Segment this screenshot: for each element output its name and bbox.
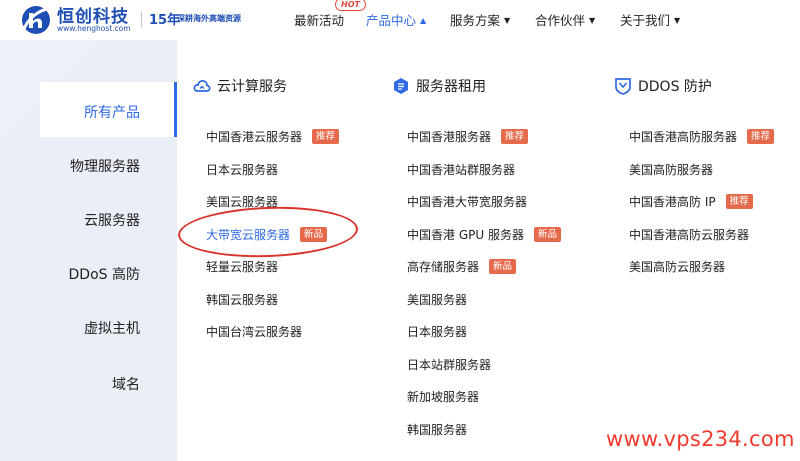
menu-item-label: 美国服务器 [407,292,468,307]
sidebar-item-ddos[interactable]: DDoS 高防 [69,264,140,284]
shield-icon [614,77,632,95]
menu-item[interactable]: 中国台湾云服务器 [206,322,302,340]
nav-label: 服务方案 [450,13,501,28]
menu-item[interactable]: 中国香港高防 IP 推荐 [629,192,753,210]
column-title-server-rental: 服务器租用 [392,76,486,96]
hot-badge: HOT [335,0,366,11]
menu-item[interactable]: 中国香港云服务器 推荐 [206,127,340,145]
tag-new: 新品 [533,226,561,242]
menu-item-label: 中国香港高防 IP [629,194,716,209]
menu-item-label: 中国香港高防云服务器 [629,227,750,242]
menu-item-label: 中国香港 GPU 服务器 [407,227,524,242]
slogan-years: 15年 [149,13,181,28]
menu-item[interactable]: 新加坡服务器 [407,387,479,405]
menu-item[interactable]: 日本服务器 [407,322,467,340]
tag-recommended: 推荐 [501,128,529,144]
menu-item-label: 中国香港高防服务器 [629,129,738,144]
menu-item[interactable]: 日本站群服务器 [407,355,491,373]
menu-item-label: 日本服务器 [407,324,468,339]
menu-item-label: 日本站群服务器 [407,357,492,372]
tag-recommended: 推荐 [747,128,775,144]
menu-item-label: 日本云服务器 [206,162,279,177]
slogan-text: 深耕海外高端资源 [177,14,241,23]
logo-url: www.henghost.com [57,24,131,33]
sidebar-item-physical-servers[interactable]: 物理服务器 [70,156,140,176]
menu-item[interactable]: 美国服务器 [407,290,467,308]
menu-item[interactable]: 中国香港大带宽服务器 [407,192,527,210]
cloud-icon [193,77,211,95]
menu-item[interactable]: 中国香港高防服务器 推荐 [629,127,775,145]
nav-product-center[interactable]: 产品中心 ▲ [366,10,426,29]
column-title-ddos: DDOS 防护 [614,76,712,96]
column-title-text: DDOS 防护 [638,79,712,95]
tag-recommended: 推荐 [312,128,340,144]
nav-solutions[interactable]: 服务方案 ▼ [450,10,510,29]
menu-item[interactable]: 美国高防服务器 [629,160,713,178]
menu-item-label: 中国香港大带宽服务器 [407,194,528,209]
nav-about-us[interactable]: 关于我们 ▼ [620,10,680,29]
logo[interactable]: 恒创科技 www.henghost.com [17,2,137,36]
top-header: 恒创科技 www.henghost.com 15年 深耕海外高端资源 最新活动 … [0,0,800,40]
menu-item-label: 美国高防服务器 [629,162,714,177]
menu-item[interactable]: 美国高防云服务器 [629,257,725,275]
menu-item-label: 中国香港服务器 [407,129,492,144]
sidebar-item-virtual-host[interactable]: 虚拟主机 [84,318,140,338]
slogan-divider [141,11,142,27]
nav-label: 产品中心 [366,13,417,28]
menu-item[interactable]: 中国香港高防云服务器 [629,225,749,243]
sidebar-item-cloud-servers[interactable]: 云服务器 [84,210,140,230]
nav-label: 最新活动 [294,13,345,28]
menu-item-label: 美国高防云服务器 [629,259,726,274]
column-title-cloud: 云计算服务 [193,76,287,96]
column-title-text: 云计算服务 [217,79,287,95]
logo-mark-icon [21,6,52,34]
menu-item[interactable]: 日本云服务器 [206,160,278,178]
chevron-up-icon: ▲ [420,16,427,25]
sidebar-item-all-products[interactable]: 所有产品 [84,102,140,122]
nav-partners[interactable]: 合作伙伴 ▼ [535,10,595,29]
tag-new: 新品 [489,258,517,274]
nav-latest-activity[interactable]: 最新活动 [294,10,344,29]
nav-label: 关于我们 [620,13,671,28]
menu-item-label: 中国台湾云服务器 [206,324,303,339]
chevron-down-icon: ▼ [674,16,681,25]
menu-item[interactable]: 中国香港站群服务器 [407,160,515,178]
menu-item[interactable]: 轻量云服务器 [206,257,278,275]
menu-item[interactable]: 中国香港 GPU 服务器 新品 [407,225,561,243]
menu-item-label: 中国香港云服务器 [206,129,303,144]
menu-item-label: 中国香港站群服务器 [407,162,516,177]
menu-item[interactable]: 中国香港服务器 推荐 [407,127,529,145]
chevron-down-icon: ▼ [589,16,596,25]
menu-item-label: 新加坡服务器 [407,389,480,404]
menu-item[interactable]: 韩国服务器 [407,420,467,438]
watermark: www.vps234.com [606,427,795,451]
menu-item[interactable]: 高存储服务器 新品 [407,257,517,275]
nav-label: 合作伙伴 [535,13,586,28]
menu-item-label: 高存储服务器 [407,259,480,274]
menu-item[interactable]: 韩国云服务器 [206,290,278,308]
column-title-text: 服务器租用 [416,79,486,95]
server-icon [392,77,410,95]
tag-recommended: 推荐 [725,193,753,209]
menu-item-label: 轻量云服务器 [206,259,279,274]
menu-item-label: 韩国云服务器 [206,292,279,307]
menu-item-label: 韩国服务器 [407,422,468,437]
sidebar-item-domain[interactable]: 域名 [112,374,140,394]
chevron-down-icon: ▼ [504,16,511,25]
